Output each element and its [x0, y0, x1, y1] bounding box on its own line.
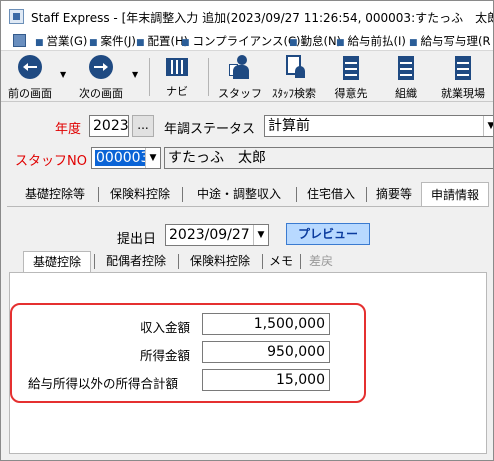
- tab-divider: [182, 187, 183, 202]
- tab-divider: [296, 187, 297, 202]
- back-button[interactable]: 前の画面: [5, 54, 55, 100]
- menu-sales[interactable]: 営業(G): [35, 33, 88, 49]
- secondary-tabs: 基礎控除 配偶者控除 保険料控除 メモ 差戻: [1, 251, 493, 273]
- tab-return: 差戻: [308, 254, 333, 268]
- submit-date-value: 2023/09/27: [169, 227, 250, 243]
- menu-compliance[interactable]: コンプライアンス(C): [181, 33, 301, 49]
- tab-divider: [98, 187, 99, 202]
- staff-icon: [228, 54, 252, 80]
- tab-midyear-income[interactable]: 中途・調整収入: [185, 182, 293, 206]
- tab-memo[interactable]: メモ: [265, 251, 297, 271]
- tab-insurance-deduction[interactable]: 保険料控除: [181, 251, 259, 271]
- tab-spouse-deduction[interactable]: 配偶者控除: [97, 251, 175, 271]
- worksite-button[interactable]: 就業現場: [435, 54, 491, 100]
- back-dropdown-icon[interactable]: ▼: [60, 70, 66, 79]
- system-menu-icon[interactable]: [13, 34, 26, 47]
- year-input[interactable]: 2023: [89, 115, 129, 137]
- staff-search-button[interactable]: ｽﾀｯﾌ検索: [267, 54, 321, 100]
- chevron-down-icon[interactable]: ▼: [483, 116, 493, 136]
- year-picker-button[interactable]: ...: [132, 115, 154, 137]
- menu-projects[interactable]: 案件(J): [89, 33, 136, 49]
- submit-date-select[interactable]: 2023/09/27 ▼: [165, 224, 269, 246]
- app-icon: [9, 9, 24, 24]
- tab-remarks[interactable]: 摘要等: [369, 182, 419, 206]
- income-amount-input[interactable]: 1,500,000: [202, 313, 330, 335]
- primary-tabs: 基礎控除等 保険料控除 中途・調整収入 住宅借入 摘要等 申請情報: [1, 182, 493, 208]
- client-building-icon: [340, 54, 362, 80]
- tab-housing-loan[interactable]: 住宅借入: [299, 182, 363, 206]
- staff-button[interactable]: スタッフ: [217, 54, 263, 100]
- staff-no-select[interactable]: 000003 ▼: [91, 147, 161, 169]
- tab-divider: [178, 254, 179, 269]
- year-label: 年度: [55, 122, 82, 137]
- forward-dropdown-icon[interactable]: ▼: [132, 70, 138, 79]
- client-button[interactable]: 得意先: [329, 54, 373, 100]
- staff-search-icon: [283, 54, 305, 80]
- keyboard-icon: [166, 58, 188, 76]
- preview-button[interactable]: プレビュー: [286, 223, 370, 245]
- worksite-building-icon: [452, 54, 474, 80]
- title-bar: Staff Express - [年末調整入力 追加(2023/09/27 11…: [1, 1, 493, 31]
- status-select[interactable]: 計算前 ▼: [264, 115, 493, 137]
- other-income-input[interactable]: 15,000: [202, 369, 330, 391]
- organization-building-icon: [395, 54, 417, 80]
- earned-income-input[interactable]: 950,000: [202, 341, 330, 363]
- tab-insurance[interactable]: 保険料控除: [101, 182, 179, 206]
- app-window: Staff Express - [年末調整入力 追加(2023/09/27 11…: [0, 0, 494, 461]
- organization-button[interactable]: 組織: [384, 54, 428, 100]
- chevron-down-icon[interactable]: ▼: [145, 148, 160, 168]
- tab-basic-deduction[interactable]: 基礎控除等: [15, 182, 95, 206]
- other-income-label: 給与所得以外の所得合計額: [28, 376, 179, 391]
- tab-divider: [94, 254, 95, 269]
- submit-date-label: 提出日: [117, 232, 157, 247]
- tab-divider: [300, 254, 301, 269]
- toolbar: 前の画面 ▼ 次の画面 ▼ ナビ スタッフ ｽﾀｯﾌ検索 得意先 組織 就業現場: [1, 52, 493, 102]
- tab-divider: [366, 187, 367, 202]
- menu-payroll[interactable]: 給与写与理(R: [409, 33, 491, 49]
- toolbar-separator: [208, 58, 209, 96]
- income-amount-label: 収入金額: [140, 320, 191, 335]
- staff-no-label: スタッフNO: [15, 154, 87, 169]
- tab-basic-deduction-detail[interactable]: 基礎控除: [23, 251, 91, 273]
- menu-bar: 営業(G) 案件(J) 配置(H) コンプライアンス(C) 勤怠(N) 給与前払…: [1, 31, 493, 51]
- forward-arrow-icon: [89, 55, 113, 79]
- staff-no-value: 000003: [95, 150, 151, 166]
- status-value: 計算前: [268, 118, 310, 134]
- earned-income-label: 所得金額: [140, 348, 191, 363]
- tab-divider: [262, 254, 263, 269]
- staff-name-field: すたっふ 太郎: [164, 147, 493, 169]
- forward-button[interactable]: 次の画面: [73, 54, 129, 100]
- chevron-down-icon[interactable]: ▼: [253, 225, 268, 245]
- back-arrow-icon: [18, 55, 42, 79]
- window-title: Staff Express - [年末調整入力 追加(2023/09/27 11…: [31, 11, 493, 25]
- toolbar-separator: [149, 58, 150, 96]
- status-label: 年調ステータス: [164, 122, 256, 137]
- menu-advance-pay[interactable]: 給与前払(I): [336, 33, 406, 49]
- tab-application-info[interactable]: 申請情報: [421, 182, 489, 208]
- navi-button[interactable]: ナビ: [157, 54, 197, 98]
- menu-attendance[interactable]: 勤怠(N): [289, 33, 342, 49]
